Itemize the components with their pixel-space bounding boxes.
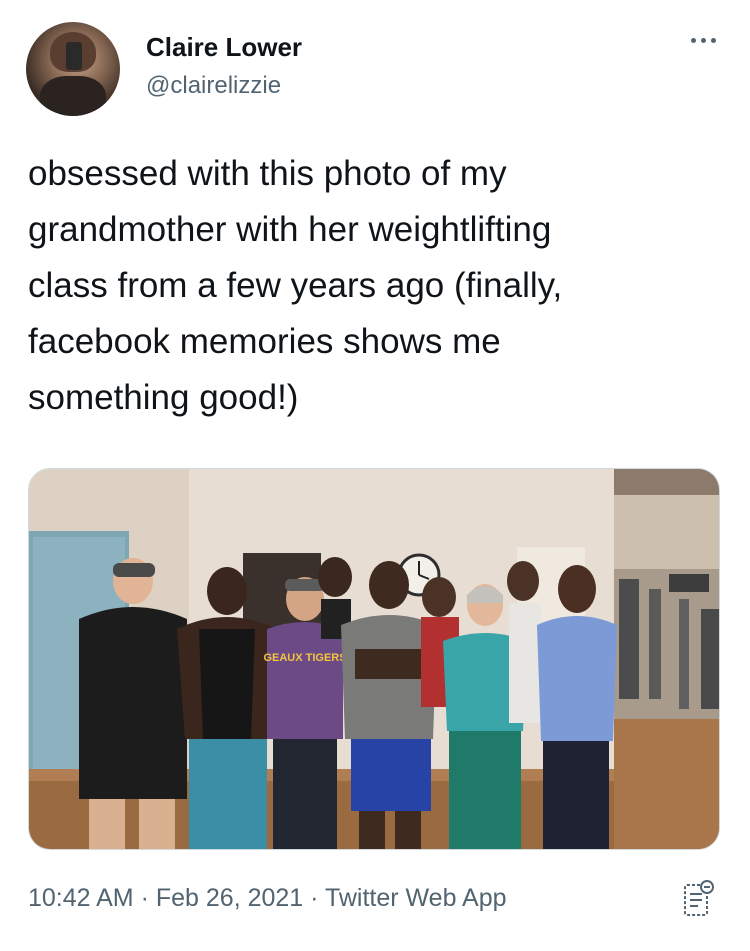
more-dot (700, 37, 706, 43)
tweet-meta: 10:42 AM · Feb 26, 2021 · Twitter Web Ap… (28, 884, 507, 913)
more-dot (710, 37, 716, 43)
avatar[interactable] (26, 22, 120, 116)
author-display-name[interactable]: Claire Lower (146, 32, 302, 63)
tweet-photo[interactable]: GEAUX TIGERS (28, 468, 720, 850)
tweet-date[interactable]: Feb 26, 2021 (156, 884, 303, 912)
shirt-text: GEAUX TIGERS (263, 652, 346, 664)
tweet-time[interactable]: 10:42 AM (28, 884, 134, 912)
tweet-text-line: facebook memories shows me (28, 322, 501, 361)
tweet-text-line: grandmother with her weightlifting (28, 210, 552, 249)
tweet-text: obsessed with this photo of my grandmoth… (28, 146, 718, 426)
tweet-analytics-icon[interactable] (682, 880, 714, 918)
tweet-text-line: something good!) (28, 378, 299, 417)
gym-group-photo: GEAUX TIGERS (29, 469, 719, 849)
author-handle[interactable]: @clairelizzie (146, 72, 281, 100)
meta-separator: · (303, 884, 325, 912)
tweet-text-line: class from a few years ago (finally, (28, 266, 563, 305)
more-options-icon[interactable] (683, 30, 723, 50)
avatar-body (40, 76, 106, 116)
meta-separator: · (133, 884, 156, 912)
more-dot (690, 37, 696, 43)
tweet-text-line: obsessed with this photo of my (28, 154, 507, 193)
avatar-phone (66, 42, 82, 70)
tweet-source-app[interactable]: Twitter Web App (325, 884, 507, 912)
